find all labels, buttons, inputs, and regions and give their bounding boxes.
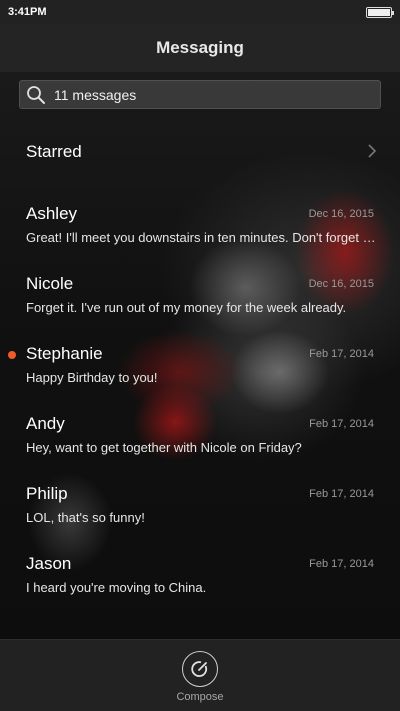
message-date: Dec 16, 2015 (308, 278, 374, 290)
status-time: 3:41PM (8, 6, 47, 18)
chevron-right-icon (368, 144, 377, 158)
conversation-row[interactable]: Philip Feb 17, 2014 LOL, that's so funny! (0, 484, 400, 554)
bottom-bar: Compose (0, 639, 400, 711)
app-header: Messaging (0, 24, 400, 72)
conversation-row[interactable]: Nicole Dec 16, 2015 Forget it. I've run ou… (0, 274, 400, 344)
compose-button[interactable] (182, 651, 218, 687)
message-preview: Hey, want to get together with Nicole on… (26, 440, 302, 455)
contact-name: Philip (26, 484, 68, 503)
compose-label: Compose (176, 691, 224, 703)
search-text: 11 messages (54, 86, 137, 103)
message-date: Feb 17, 2014 (309, 418, 374, 430)
message-preview: Great! I'll meet you downstairs in ten m… (26, 230, 376, 245)
page-title: Messaging (156, 38, 244, 57)
message-date: Feb 17, 2014 (309, 348, 374, 360)
unread-dot (8, 351, 16, 359)
conversation-row[interactable]: Stephanie Feb 17, 2014 Happy Birthday to y… (0, 344, 400, 414)
contact-name: Jason (26, 554, 72, 573)
status-bar: 3:41PM (0, 0, 400, 24)
search-input[interactable]: 11 messages (19, 80, 381, 109)
message-preview: I heard you're moving to China. (26, 580, 207, 595)
conversation-row[interactable]: Ashley Dec 16, 2015 Great! I'll meet you d… (0, 204, 400, 274)
contact-name: Nicole (26, 274, 74, 293)
message-date: Feb 17, 2014 (309, 488, 374, 500)
starred-label: Starred (26, 142, 82, 161)
search-icon (27, 85, 45, 104)
message-date: Dec 16, 2015 (308, 208, 374, 220)
compose-icon (191, 661, 208, 677)
message-preview: Happy Birthday to you! (26, 370, 158, 385)
contact-name: Stephanie (26, 344, 103, 363)
contact-name: Ashley (26, 204, 78, 223)
battery-icon (366, 6, 394, 18)
conversation-row[interactable]: Andy Feb 17, 2014 Hey, want to get togethe… (0, 414, 400, 484)
starred-row[interactable]: Starred (0, 140, 400, 166)
message-preview: LOL, that's so funny! (26, 510, 145, 525)
conversation-row[interactable]: Jason Feb 17, 2014 I heard you're moving t… (0, 554, 400, 624)
message-preview: Forget it. I've run out of my money for … (26, 300, 347, 315)
contact-name: Andy (26, 414, 65, 433)
message-date: Feb 17, 2014 (309, 558, 374, 570)
